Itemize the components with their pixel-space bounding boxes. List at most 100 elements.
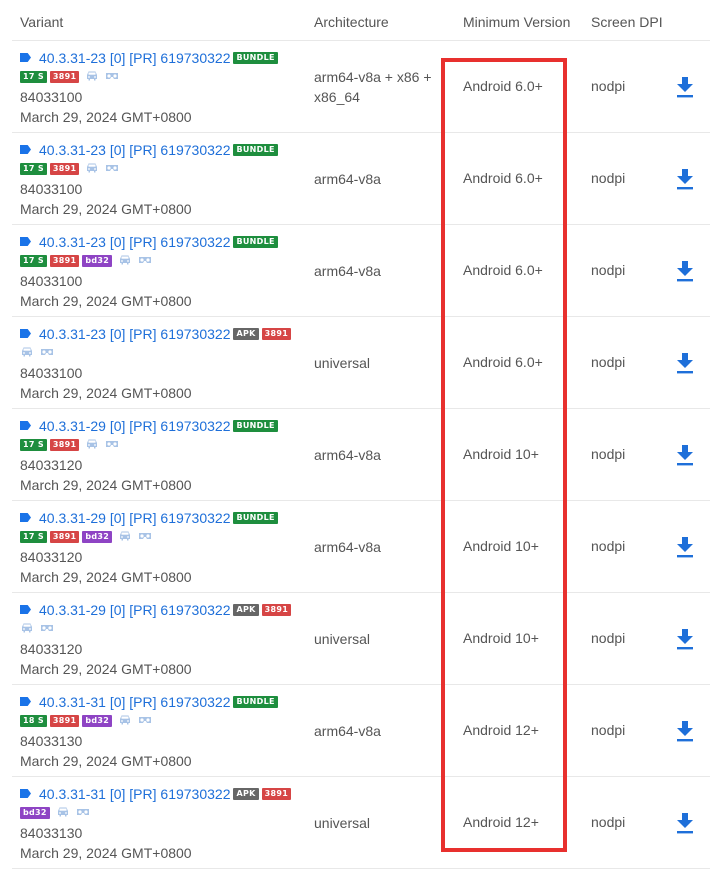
variant-link[interactable]: 40.3.31-29 [0] [PR] 619730322 xyxy=(39,510,230,526)
download-icon[interactable] xyxy=(675,444,695,466)
badge-17-s: 17 S xyxy=(20,163,47,175)
table-row: 40.3.31-29 [0] [PR] 619730322 APK 3891 8403… xyxy=(12,593,710,685)
car-icon xyxy=(20,620,34,638)
variant-cell: 40.3.31-31 [0] [PR] 619730322 BUNDLE 18 S3… xyxy=(20,693,305,769)
badge-3891: 3891 xyxy=(49,163,80,175)
variant-cell: 40.3.31-29 [0] [PR] 619730322 APK 3891 8403… xyxy=(20,601,305,677)
vr-icon xyxy=(105,436,119,454)
release-date: March 29, 2024 GMT+0800 xyxy=(20,385,192,401)
download-icon[interactable] xyxy=(675,260,695,282)
variant-cell: 40.3.31-23 [0] [PR] 619730322 APK 3891 8403… xyxy=(20,325,305,401)
table-row: 40.3.31-23 [0] [PR] 619730322 APK 3891 8403… xyxy=(12,317,710,409)
table-row: 40.3.31-29 [0] [PR] 619730322 BUNDLE 17 S3… xyxy=(12,409,710,501)
min-version-cell: Android 6.0+ xyxy=(463,170,543,186)
version-code: 84033100 xyxy=(20,89,83,105)
badge-bundle: BUNDLE xyxy=(233,511,278,524)
header-architecture[interactable]: Architecture xyxy=(314,14,389,30)
badge-bundle: BUNDLE xyxy=(233,695,278,708)
badge-17-s: 17 S xyxy=(20,71,47,83)
architecture-cell: arm64-v8a + x86 + x86_64 xyxy=(314,69,432,105)
badge-17-s: 17 S xyxy=(20,255,47,267)
header-min-version[interactable]: Minimum Version xyxy=(463,14,570,30)
table-row: 40.3.31-23 [0] [PR] 619730322 BUNDLE 17 S3… xyxy=(12,225,710,317)
release-date: March 29, 2024 GMT+0800 xyxy=(20,661,192,677)
vr-icon xyxy=(105,160,119,178)
badge-apk: APK xyxy=(233,787,259,800)
vr-icon xyxy=(138,712,152,730)
table-row: 40.3.31-23 [0] [PR] 619730322 BUNDLE 17 S3… xyxy=(12,41,710,133)
download-icon[interactable] xyxy=(675,720,695,742)
vr-icon xyxy=(138,252,152,270)
download-icon[interactable] xyxy=(675,168,695,190)
variant-badges: bd32 xyxy=(20,805,305,821)
min-version-cell: Android 12+ xyxy=(463,722,539,738)
download-icon[interactable] xyxy=(675,536,695,558)
release-date: March 29, 2024 GMT+0800 xyxy=(20,477,192,493)
variant-link[interactable]: 40.3.31-29 [0] [PR] 619730322 xyxy=(39,602,230,618)
variant-link[interactable]: 40.3.31-29 [0] [PR] 619730322 xyxy=(39,418,230,434)
badge-3891: 3891 xyxy=(49,71,80,83)
car-icon xyxy=(118,528,132,546)
variant-link[interactable]: 40.3.31-31 [0] [PR] 619730322 xyxy=(39,786,230,802)
min-version-cell: Android 6.0+ xyxy=(463,262,543,278)
badge-3891: 3891 xyxy=(49,715,80,727)
vr-icon xyxy=(105,68,119,86)
vr-icon xyxy=(40,620,54,638)
badge-17-s: 17 S xyxy=(20,531,47,543)
badge-bd32: bd32 xyxy=(20,807,50,819)
architecture-cell: arm64-v8a xyxy=(314,723,381,739)
table-row: 40.3.31-29 [0] [PR] 619730322 BUNDLE 17 S3… xyxy=(12,501,710,593)
download-icon[interactable] xyxy=(675,352,695,374)
architecture-cell: arm64-v8a xyxy=(314,263,381,279)
variant-badges: 18 S 3891 bd32 xyxy=(20,713,305,729)
architecture-cell: arm64-v8a xyxy=(314,539,381,555)
header-variant[interactable]: Variant xyxy=(20,14,63,30)
variant-link[interactable]: 40.3.31-23 [0] [PR] 619730322 xyxy=(39,326,230,342)
variant-link[interactable]: 40.3.31-23 [0] [PR] 619730322 xyxy=(39,142,230,158)
badge-3891: 3891 xyxy=(261,603,292,616)
architecture-cell: universal xyxy=(314,631,371,647)
release-date: March 29, 2024 GMT+0800 xyxy=(20,109,192,125)
architecture-cell: universal xyxy=(314,815,371,831)
download-icon[interactable] xyxy=(675,812,695,834)
car-icon xyxy=(85,68,99,86)
version-code: 84033120 xyxy=(20,549,83,565)
badge-bundle: BUNDLE xyxy=(233,143,278,156)
variant-badges xyxy=(20,345,305,361)
download-icon[interactable] xyxy=(675,76,695,98)
tag-icon xyxy=(20,605,31,614)
car-icon xyxy=(85,160,99,178)
variant-badges: 17 S 3891 xyxy=(20,437,305,453)
table-row: 40.3.31-31 [0] [PR] 619730322 BUNDLE 18 S3… xyxy=(12,685,710,777)
variant-link[interactable]: 40.3.31-23 [0] [PR] 619730322 xyxy=(39,50,230,66)
version-code: 84033130 xyxy=(20,825,83,841)
tag-icon xyxy=(20,237,31,246)
variant-badges: 17 S 3891 xyxy=(20,69,305,85)
variant-cell: 40.3.31-31 [0] [PR] 619730322 APK 3891 bd32… xyxy=(20,785,305,861)
car-icon xyxy=(20,344,34,362)
badge-3891: 3891 xyxy=(49,255,80,267)
badge-bundle: BUNDLE xyxy=(233,419,278,432)
variant-cell: 40.3.31-29 [0] [PR] 619730322 BUNDLE 17 S3… xyxy=(20,509,305,585)
min-version-cell: Android 6.0+ xyxy=(463,78,543,94)
header-screen-dpi[interactable]: Screen DPI xyxy=(591,14,663,30)
release-date: March 29, 2024 GMT+0800 xyxy=(20,569,192,585)
tag-icon xyxy=(20,53,31,62)
badge-bundle: BUNDLE xyxy=(233,51,278,64)
min-version-cell: Android 10+ xyxy=(463,446,539,462)
tag-icon xyxy=(20,697,31,706)
screen-dpi-cell: nodpi xyxy=(591,262,626,278)
badge-3891: 3891 xyxy=(261,327,292,340)
screen-dpi-cell: nodpi xyxy=(591,354,626,370)
min-version-cell: Android 10+ xyxy=(463,538,539,554)
screen-dpi-cell: nodpi xyxy=(591,538,626,554)
vr-icon xyxy=(138,528,152,546)
download-icon[interactable] xyxy=(675,628,695,650)
badge-bd32: bd32 xyxy=(82,255,113,267)
badge-17-s: 17 S xyxy=(20,439,47,451)
table-row: 40.3.31-23 [0] [PR] 619730322 BUNDLE 17 S3… xyxy=(12,133,710,225)
car-icon xyxy=(118,712,132,730)
variant-link[interactable]: 40.3.31-31 [0] [PR] 619730322 xyxy=(39,694,230,710)
variant-link[interactable]: 40.3.31-23 [0] [PR] 619730322 xyxy=(39,234,230,250)
variants-table: Variant Architecture Minimum Version Scr… xyxy=(12,0,710,869)
